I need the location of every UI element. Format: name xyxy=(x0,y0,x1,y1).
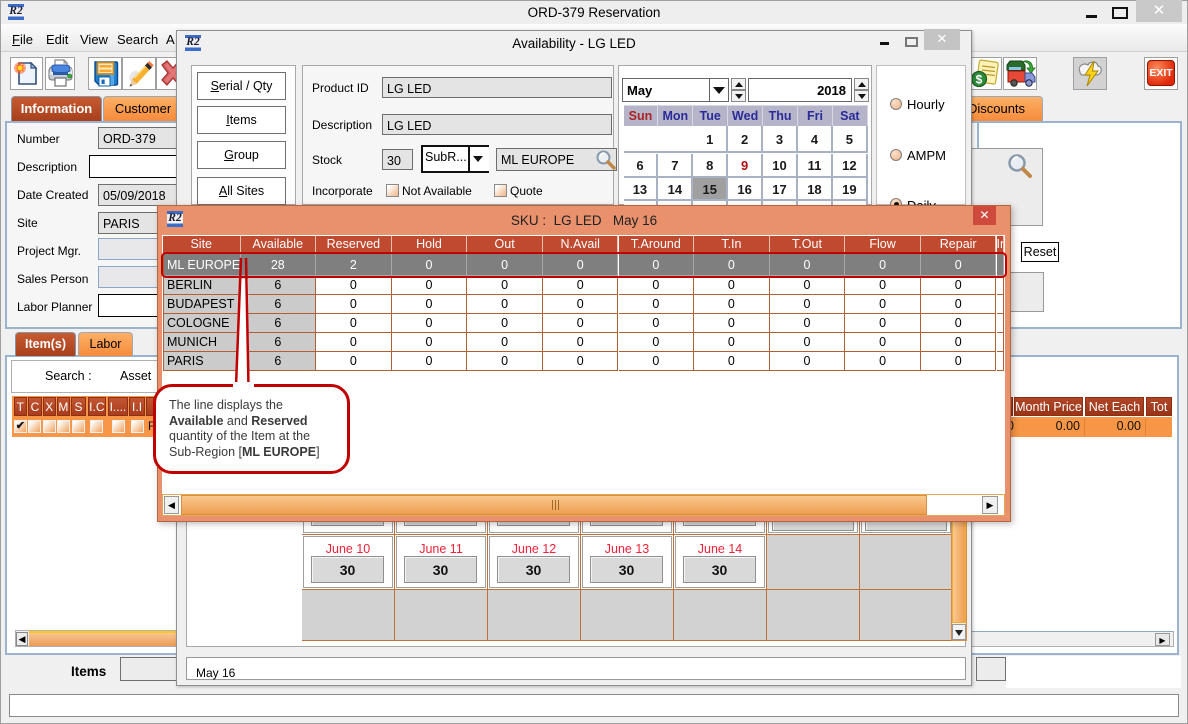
svg-text:$: $ xyxy=(976,73,983,87)
